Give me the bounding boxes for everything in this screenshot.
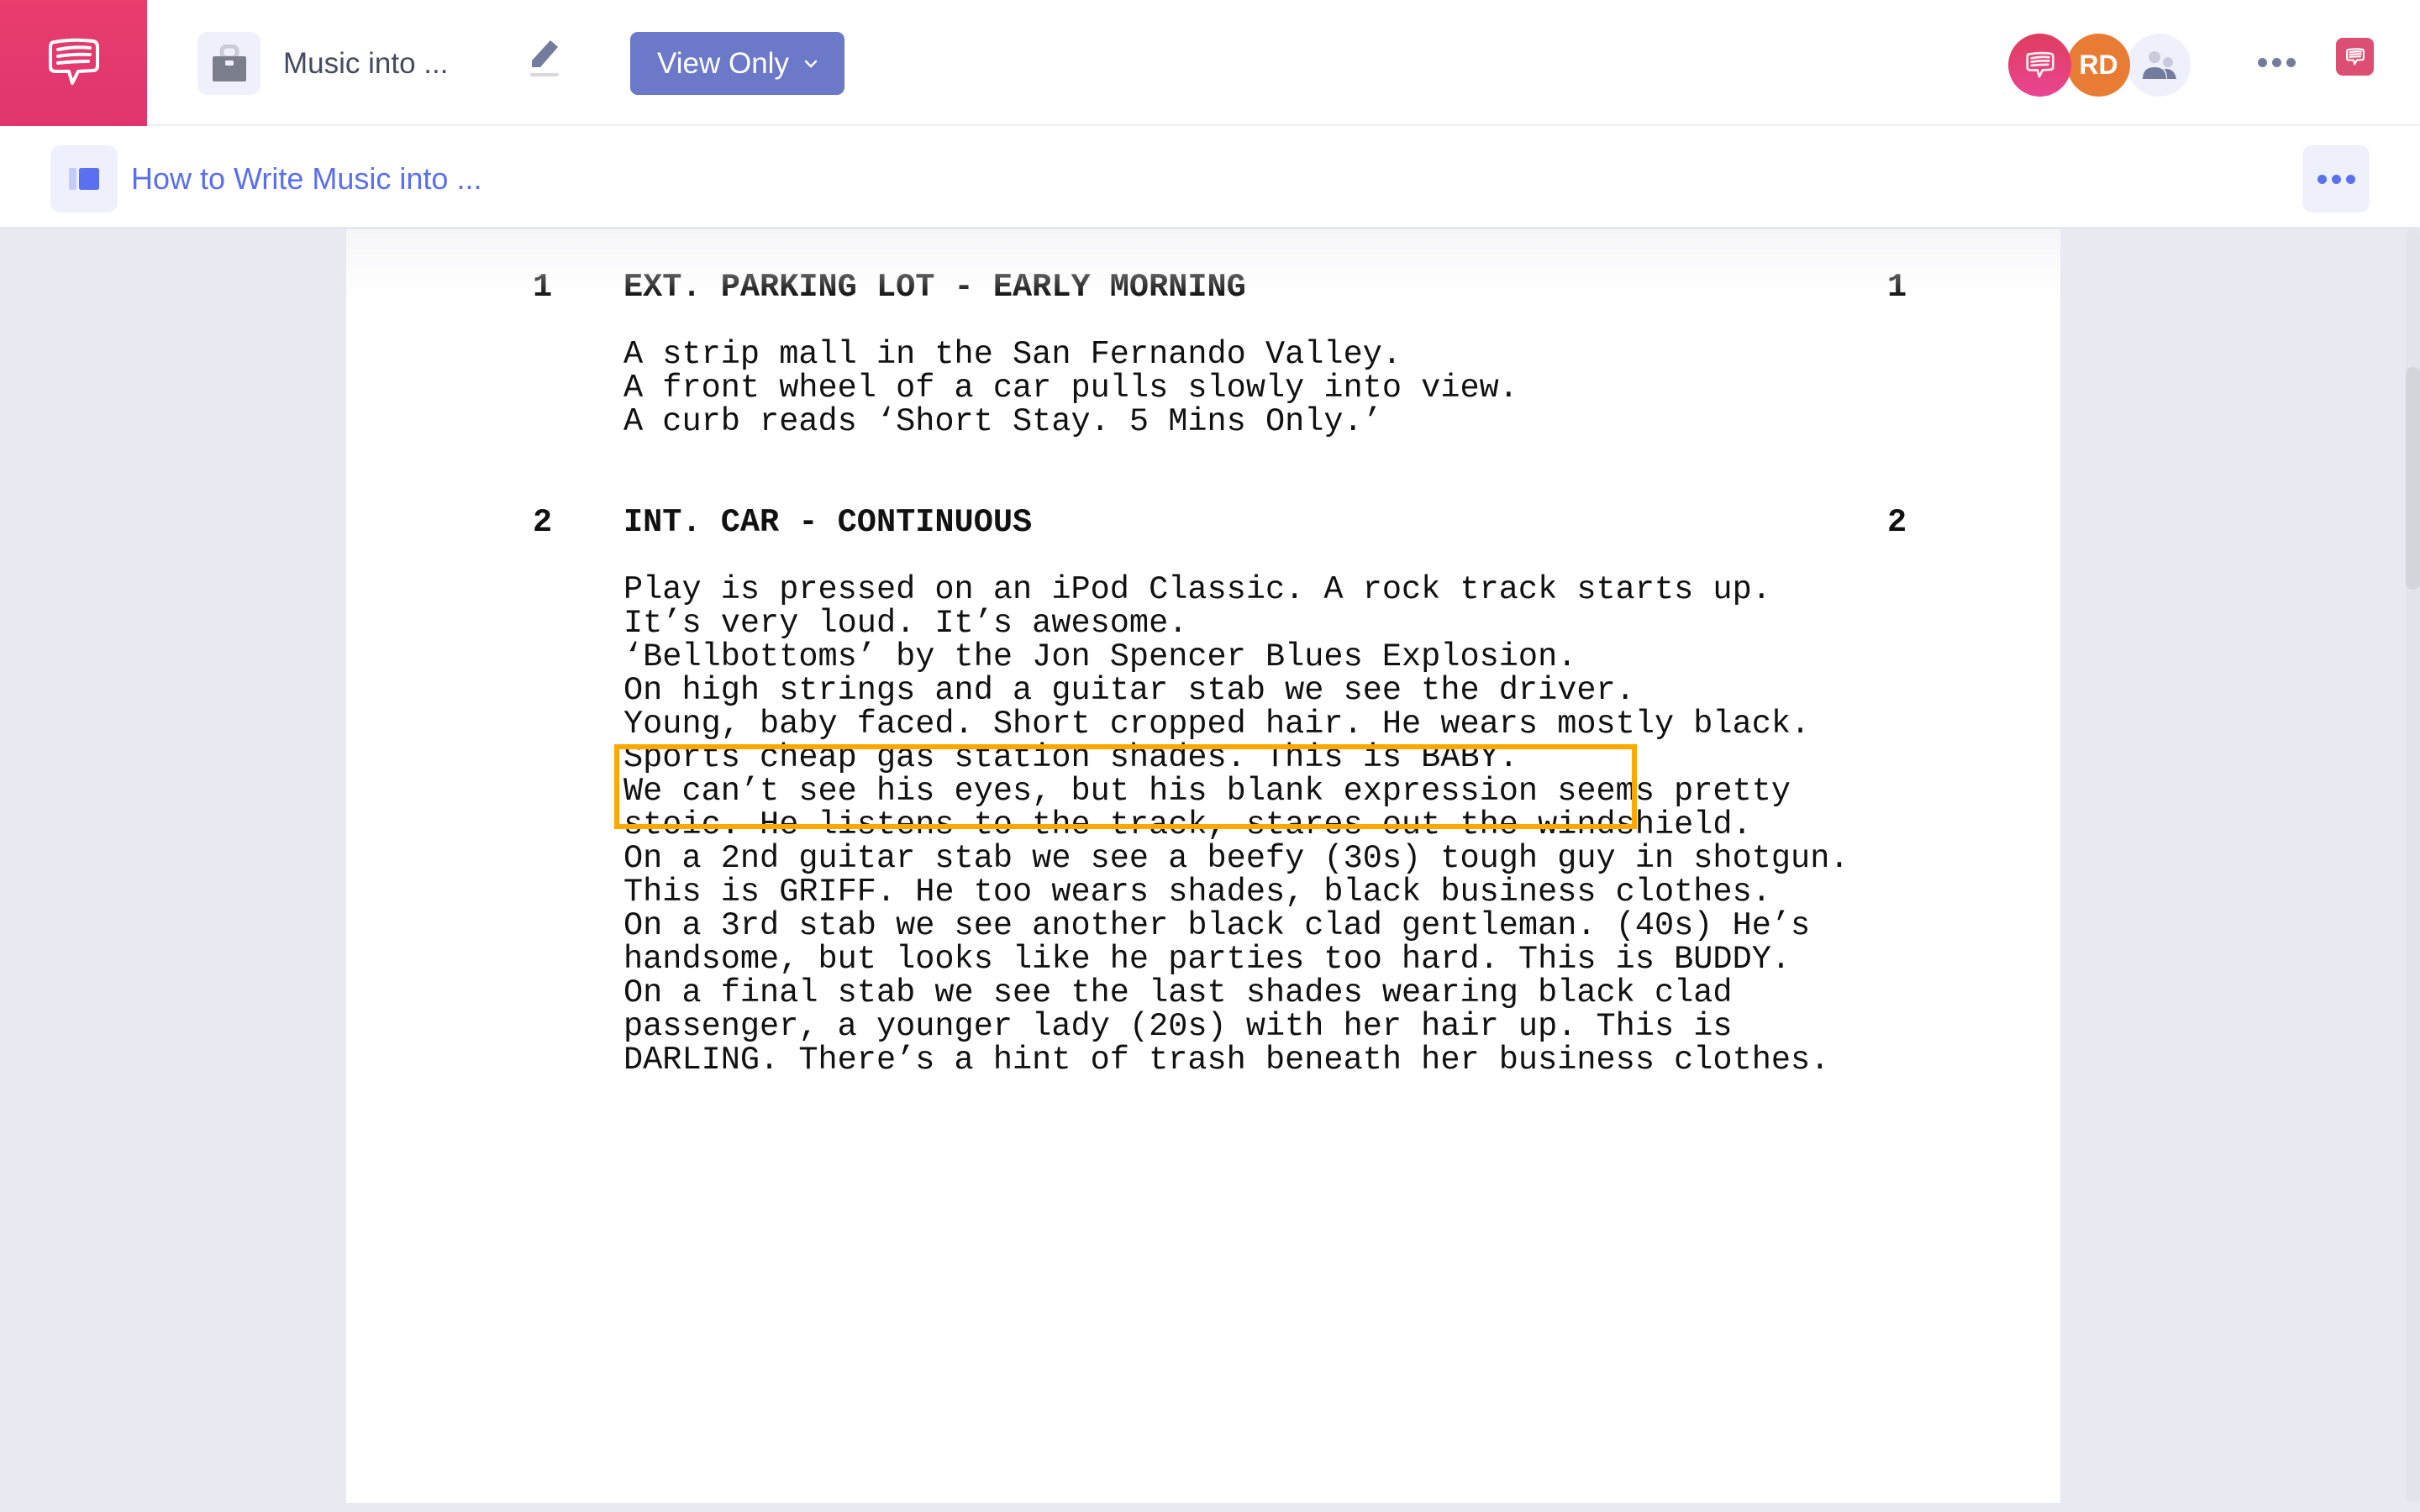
project-icon-button[interactable]: [197, 32, 260, 95]
sidebar-toggle-icon: [69, 168, 99, 190]
edit-title-button[interactable]: [523, 37, 566, 81]
top-bar: Music into ... View Only RD: [0, 0, 2420, 126]
action-line: Sports cheap gas station shades. This is…: [623, 739, 1518, 776]
action-line: handsome, but looks like he parties too …: [623, 941, 1791, 978]
more-options-button[interactable]: [2255, 47, 2297, 77]
script-page: 1 1 EXT. PARKING LOT - EARLY MORNING A stri…: [346, 229, 2060, 1503]
avatar-brand[interactable]: [2008, 34, 2071, 97]
action-line: Young, baby faced. Short cropped hair. H…: [623, 706, 1811, 743]
document-title[interactable]: How to Write Music into ...: [131, 158, 481, 200]
speech-bubble-icon: [48, 38, 99, 85]
project-title[interactable]: Music into ...: [283, 40, 448, 87]
action-line: DARLING. There’s a hint of trash beneath…: [623, 1042, 1830, 1079]
action-line: passenger, a younger lady (20s) with her…: [623, 1008, 1733, 1045]
action-line: On high strings and a guitar stab we see…: [623, 672, 1635, 709]
action-line: Play is pressed on an iPod Classic. A ro…: [623, 571, 1771, 608]
action-line: ‘Bellbottoms’ by the Jon Spencer Blues E…: [623, 638, 1577, 675]
view-mode-label: View Only: [657, 46, 789, 80]
people-icon: [2142, 50, 2176, 79]
action-line: We can’t see his eyes, but his blank exp…: [623, 773, 1791, 810]
action-line: A curb reads ‘Short Stay. 5 Mins Only.’: [623, 403, 1382, 440]
speech-bubble-icon: [2025, 51, 2054, 77]
suitcase-icon: [212, 44, 246, 81]
action-line: A strip mall in the San Fernando Valley.: [623, 336, 1402, 373]
scene-number-left: 1: [533, 269, 553, 306]
sidebar-toggle-button[interactable]: [50, 145, 118, 213]
share-team-button[interactable]: [2128, 34, 2191, 97]
speech-bubble-icon: [2345, 47, 2365, 66]
action-line: It’s very loud. It’s awesome.: [623, 605, 1188, 642]
scene-number-right: 2: [1887, 504, 1907, 541]
notifications-button[interactable]: [2336, 38, 2374, 76]
action-line: On a final stab we see the last shades w…: [623, 974, 1733, 1011]
scene-heading: INT. CAR - CONTINUOUS: [623, 504, 1033, 541]
ellipsis-icon: [2317, 174, 2355, 184]
scrollbar-thumb[interactable]: [2406, 367, 2420, 590]
action-line: This is GRIFF. He too wears shades, blac…: [623, 874, 1771, 911]
scene-number-left: 2: [533, 504, 553, 541]
ellipsis-icon: [2257, 57, 2296, 67]
avatar-user[interactable]: RD: [2067, 34, 2130, 97]
scene-number-right: 1: [1887, 269, 1907, 306]
chevron-down-icon: [804, 60, 818, 68]
action-line: On a 3rd stab we see another black clad …: [623, 907, 1811, 944]
app-logo[interactable]: [0, 0, 147, 126]
view-mode-dropdown[interactable]: View Only: [630, 32, 844, 95]
document-more-button[interactable]: [2302, 145, 2370, 213]
action-line: stoic. He listens to the track, stares o…: [623, 806, 1752, 843]
document-bar: How to Write Music into ...: [0, 126, 2420, 229]
scene-heading: EXT. PARKING LOT - EARLY MORNING: [623, 269, 1246, 306]
pencil-icon: [530, 40, 559, 76]
action-line: A front wheel of a car pulls slowly into…: [623, 370, 1518, 407]
action-line: On a 2nd guitar stab we see a beefy (30s…: [623, 840, 1849, 877]
